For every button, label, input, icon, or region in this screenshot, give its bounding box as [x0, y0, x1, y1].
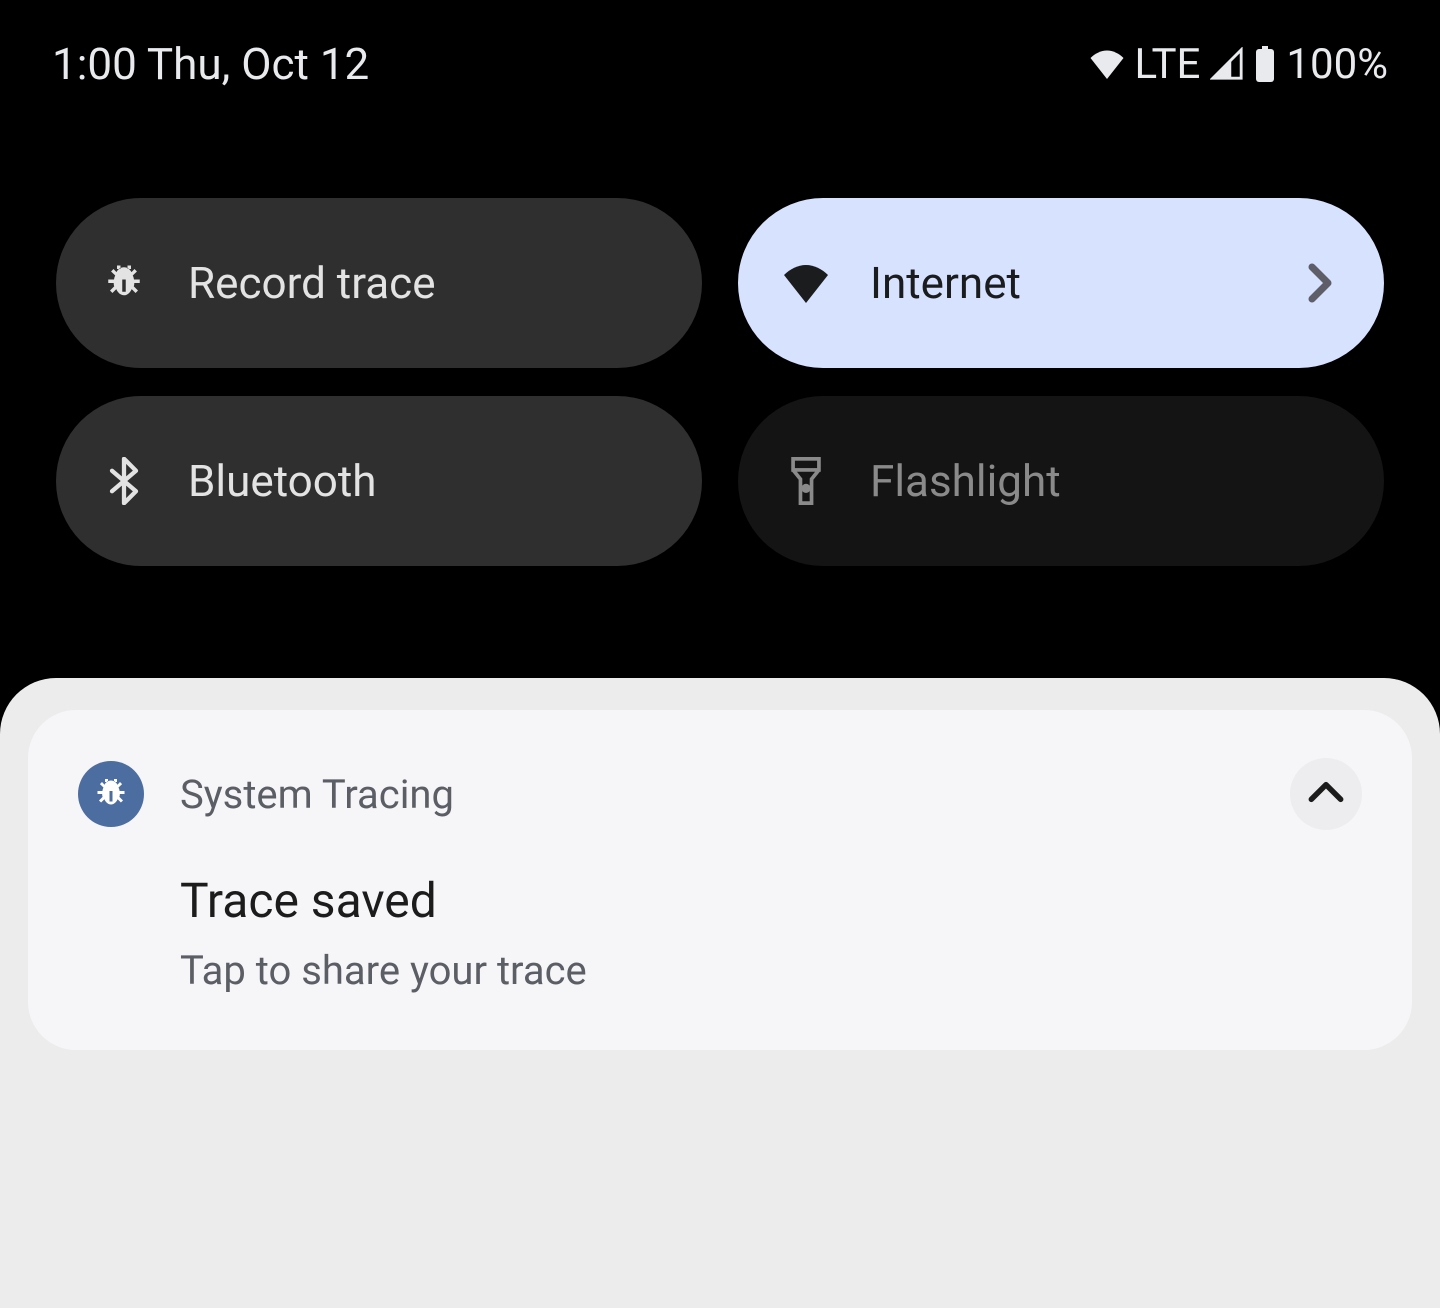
notification-area: System Tracing Trace saved Tap to share … — [0, 678, 1440, 1308]
bug-icon — [100, 259, 148, 307]
qs-tile-record-trace[interactable]: Record trace — [56, 198, 702, 368]
status-right-icons: LTE 100% — [1089, 40, 1389, 89]
signal-icon — [1210, 47, 1244, 81]
qs-tile-bluetooth[interactable]: Bluetooth — [56, 396, 702, 566]
qs-label-internet: Internet — [870, 257, 1268, 309]
qs-label-record-trace: Record trace — [188, 257, 658, 309]
quick-settings-panel: Record trace Internet Bluetooth — [0, 90, 1440, 566]
notification-app-name: System Tracing — [180, 771, 1254, 818]
bug-icon — [78, 761, 144, 827]
notification-body: Trace saved Tap to share your trace — [180, 872, 1362, 994]
bluetooth-icon — [100, 457, 148, 505]
battery-percent: 100% — [1286, 40, 1388, 89]
chevron-up-icon — [1307, 781, 1345, 807]
notification-card[interactable]: System Tracing Trace saved Tap to share … — [28, 710, 1412, 1050]
collapse-button[interactable] — [1290, 758, 1362, 830]
qs-tile-flashlight[interactable]: Flashlight — [738, 396, 1384, 566]
network-type: LTE — [1135, 40, 1201, 89]
status-time-date: 1:00 Thu, Oct 12 — [52, 38, 369, 90]
wifi-status-icon — [1089, 49, 1125, 79]
notification-subtitle: Tap to share your trace — [180, 947, 1362, 994]
qs-tile-internet[interactable]: Internet — [738, 198, 1384, 368]
notification-title: Trace saved — [180, 872, 1362, 929]
qs-label-bluetooth: Bluetooth — [188, 455, 658, 507]
qs-label-flashlight: Flashlight — [870, 455, 1340, 507]
status-bar: 1:00 Thu, Oct 12 LTE 100% — [0, 0, 1440, 90]
wifi-icon — [782, 259, 830, 307]
notification-header: System Tracing — [78, 758, 1362, 830]
battery-icon — [1254, 46, 1276, 82]
flashlight-icon — [782, 457, 830, 505]
chevron-right-icon — [1308, 263, 1332, 303]
